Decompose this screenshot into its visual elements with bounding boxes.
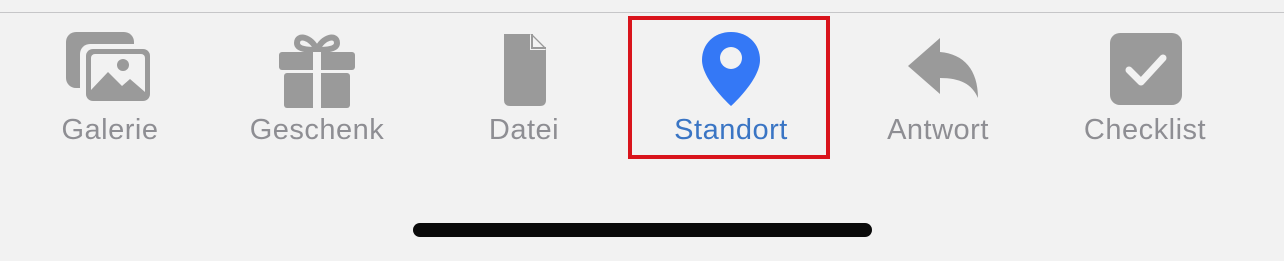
tab-reply[interactable]: Antwort	[838, 18, 1038, 158]
checklist-icon	[1095, 28, 1195, 110]
tab-location[interactable]: Standort	[631, 18, 831, 158]
tab-label: Geschenk	[249, 114, 385, 146]
tab-label: Datei	[488, 114, 560, 146]
tab-file[interactable]: Datei	[424, 18, 624, 158]
tab-gallery[interactable]: Galerie	[10, 18, 210, 158]
location-pin-icon	[681, 28, 781, 110]
tab-label: Galerie	[61, 114, 159, 146]
gift-icon	[267, 28, 367, 110]
attachment-toolbar: Galerie Geschenk Datei Standort Antwort …	[0, 0, 1284, 261]
tab-checklist[interactable]: Checklist	[1045, 18, 1245, 158]
tab-label: Checklist	[1083, 114, 1207, 146]
tab-label: Standort	[674, 114, 788, 146]
reply-icon	[888, 28, 988, 110]
home-indicator[interactable]	[413, 223, 872, 237]
tab-gift[interactable]: Geschenk	[217, 18, 417, 158]
tab-label: Antwort	[887, 114, 989, 146]
file-icon	[474, 28, 574, 110]
gallery-icon	[60, 28, 160, 110]
